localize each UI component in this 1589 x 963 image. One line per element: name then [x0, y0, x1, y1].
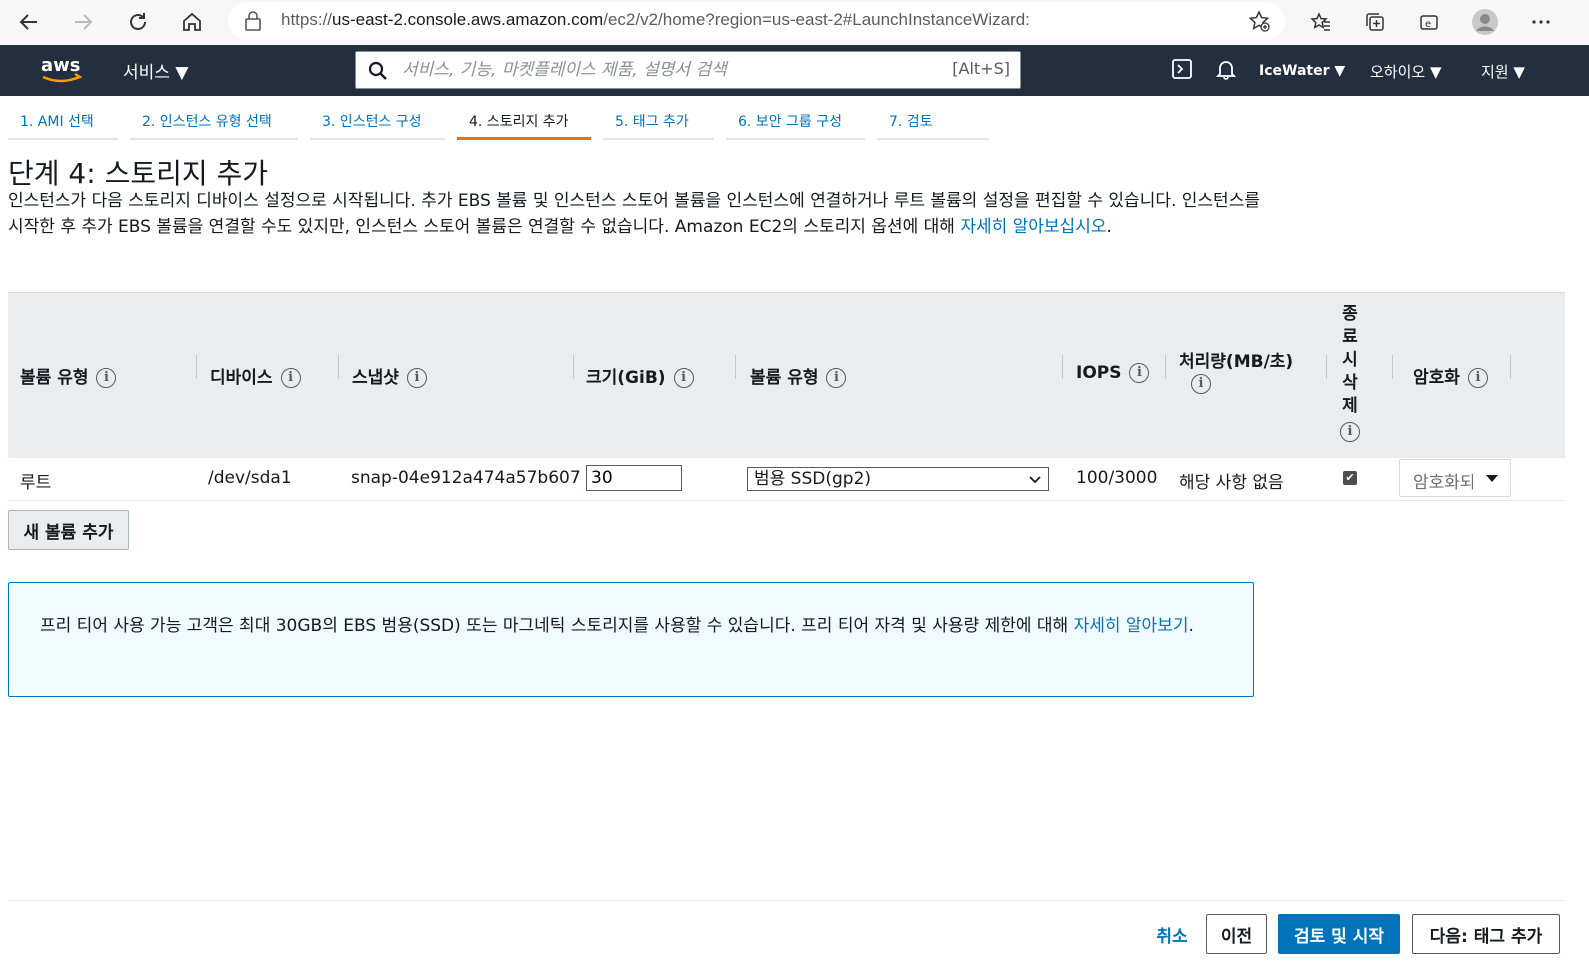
tab-review[interactable]: 7. 검토: [877, 104, 989, 140]
address-bar[interactable]: https://us-east-2.console.aws.amazon.com…: [228, 2, 1285, 40]
col-snapshot[interactable]: 스냅샷 i: [352, 363, 427, 388]
info-icon[interactable]: i: [1129, 363, 1150, 383]
table-row: 루트 /dev/sda1 snap-04e912a474a57b607 범용 S…: [8, 457, 1565, 501]
info-icon[interactable]: i: [826, 368, 847, 388]
tab-add-tags[interactable]: 5. 태그 추가: [603, 104, 714, 140]
notifications-bell-icon[interactable]: [1215, 58, 1237, 84]
profile-avatar-icon[interactable]: [1469, 6, 1501, 38]
next-add-tags-button[interactable]: 다음: 태그 추가: [1412, 914, 1560, 954]
svg-text:e: e: [1425, 19, 1431, 30]
encryption-select[interactable]: 암호화되지: [1399, 459, 1511, 497]
caret-down-icon: ▼: [1429, 63, 1442, 81]
notice-period: .: [1188, 616, 1194, 636]
browser-toolbar: https://us-east-2.console.aws.amazon.com…: [0, 0, 1589, 46]
previous-button[interactable]: 이전: [1206, 914, 1267, 954]
volume-type-select[interactable]: 범용 SSD(gp2): [747, 467, 1049, 491]
more-menu-icon[interactable]: [1525, 6, 1557, 38]
column-divider: [735, 355, 736, 379]
delete-on-termination-checkbox[interactable]: ✔: [1343, 471, 1357, 485]
home-icon[interactable]: [176, 6, 208, 38]
favorites-icon[interactable]: [1305, 6, 1337, 38]
cloudshell-icon[interactable]: [1171, 58, 1193, 84]
cancel-link[interactable]: 취소: [1146, 914, 1198, 954]
search-input[interactable]: [400, 58, 944, 82]
col-volume-kind[interactable]: 볼륨 유형 i: [750, 363, 847, 388]
cell-device: /dev/sda1: [208, 468, 292, 488]
account-menu[interactable]: IceWater ▼: [1259, 63, 1345, 79]
search-icon: [368, 61, 388, 85]
encryption-value: 암호화되지: [1413, 473, 1473, 493]
description-period: .: [1106, 217, 1112, 237]
col-size[interactable]: 크기(GiB) i: [586, 363, 694, 388]
lock-icon[interactable]: [244, 11, 262, 35]
info-icon[interactable]: i: [1340, 422, 1360, 442]
column-divider: [1326, 355, 1327, 379]
column-divider: [338, 355, 339, 379]
cell-snapshot: snap-04e912a474a57b607: [351, 468, 581, 488]
aws-logo[interactable]: aws: [40, 54, 84, 86]
page-description: 인스턴스가 다음 스토리지 디바이스 설정으로 시작됩니다. 추가 EBS 볼륨…: [8, 188, 1266, 240]
tab-configure-instance[interactable]: 3. 인스턴스 구성: [310, 104, 445, 140]
search-shortcut: [Alt+S]: [952, 59, 1010, 78]
col-encryption[interactable]: 암호화 i: [1413, 363, 1488, 388]
page-title: 단계 4: 스토리지 추가: [8, 157, 269, 190]
svg-text:aws: aws: [41, 55, 81, 76]
url-text: https://us-east-2.console.aws.amazon.com…: [281, 10, 1030, 29]
aws-top-nav: aws 서비스 ▼ [Alt+S] IceWater ▼ 오하이오 ▼ 지원 ▼: [0, 45, 1589, 96]
col-delete-on-termination[interactable]: 종료 시 삭제i: [1339, 303, 1361, 442]
column-divider: [1165, 355, 1166, 379]
caret-down-icon: ▼: [1513, 63, 1525, 81]
volume-type-value: 범용 SSD(gp2): [754, 469, 872, 489]
services-menu[interactable]: 서비스 ▼: [123, 58, 188, 83]
refresh-icon[interactable]: [122, 6, 154, 38]
cell-volume-type: 루트: [20, 473, 52, 493]
free-tier-notice: 프리 티어 사용 가능 고객은 최대 30GB의 EBS 범용(SSD) 또는 …: [8, 582, 1254, 697]
notice-text-block: 프리 티어 사용 가능 고객은 최대 30GB의 EBS 범용(SSD) 또는 …: [40, 613, 1230, 639]
tab-security-group[interactable]: 6. 보안 그룹 구성: [726, 104, 865, 140]
col-iops[interactable]: IOPS i: [1076, 363, 1150, 383]
tab-ami[interactable]: 1. AMI 선택: [8, 104, 118, 140]
review-and-launch-button[interactable]: 검토 및 시작: [1278, 914, 1400, 954]
notice-text: 프리 티어 사용 가능 고객은 최대 30GB의 EBS 범용(SSD) 또는 …: [40, 616, 1074, 636]
forward-icon[interactable]: [67, 6, 99, 38]
size-input[interactable]: [586, 465, 682, 491]
region-menu[interactable]: 오하이오 ▼: [1370, 61, 1442, 82]
footer-divider: [8, 900, 1565, 901]
column-divider: [196, 355, 197, 379]
col-device[interactable]: 디바이스 i: [210, 363, 301, 388]
info-icon[interactable]: i: [96, 368, 117, 388]
tab-add-storage[interactable]: 4. 스토리지 추가: [457, 104, 591, 140]
add-volume-button[interactable]: 새 볼륨 추가: [8, 510, 129, 550]
info-icon[interactable]: i: [280, 368, 301, 388]
storage-table-header: 볼륨 유형 i 디바이스 i 스냅샷 i 크기(GiB) i 볼륨 유형 i IOPS i …: [8, 292, 1565, 458]
back-icon[interactable]: [13, 6, 45, 38]
col-throughput[interactable]: 처리량(MB/초) i: [1179, 351, 1293, 395]
column-divider: [1392, 355, 1393, 379]
notice-learn-more-link[interactable]: 자세히 알아보기: [1074, 616, 1189, 636]
add-favorite-icon[interactable]: [1248, 10, 1270, 36]
info-icon[interactable]: i: [673, 368, 694, 388]
info-icon[interactable]: i: [1467, 368, 1488, 388]
column-divider: [1510, 355, 1511, 379]
collections-icon[interactable]: [1359, 6, 1391, 38]
support-menu[interactable]: 지원 ▼: [1481, 61, 1525, 82]
tab-instance-type[interactable]: 2. 인스턴스 유형 선택: [130, 104, 298, 140]
caret-down-icon: ▼: [175, 63, 189, 83]
col-volume-type[interactable]: 볼륨 유형 i: [20, 363, 117, 388]
column-divider: [573, 355, 574, 379]
search-box[interactable]: [Alt+S]: [355, 51, 1021, 89]
learn-more-link[interactable]: 자세히 알아보십시오: [960, 217, 1106, 237]
ie-mode-icon[interactable]: e: [1413, 6, 1445, 38]
chevron-down-icon: [1028, 468, 1042, 496]
info-icon[interactable]: i: [406, 368, 427, 388]
caret-down-icon: [1484, 470, 1500, 490]
caret-down-icon: ▼: [1334, 63, 1346, 79]
cell-iops: 100/3000: [1076, 468, 1158, 488]
column-divider: [1062, 355, 1063, 379]
cell-throughput: 해당 사항 없음: [1179, 473, 1284, 493]
info-icon[interactable]: i: [1191, 374, 1211, 394]
